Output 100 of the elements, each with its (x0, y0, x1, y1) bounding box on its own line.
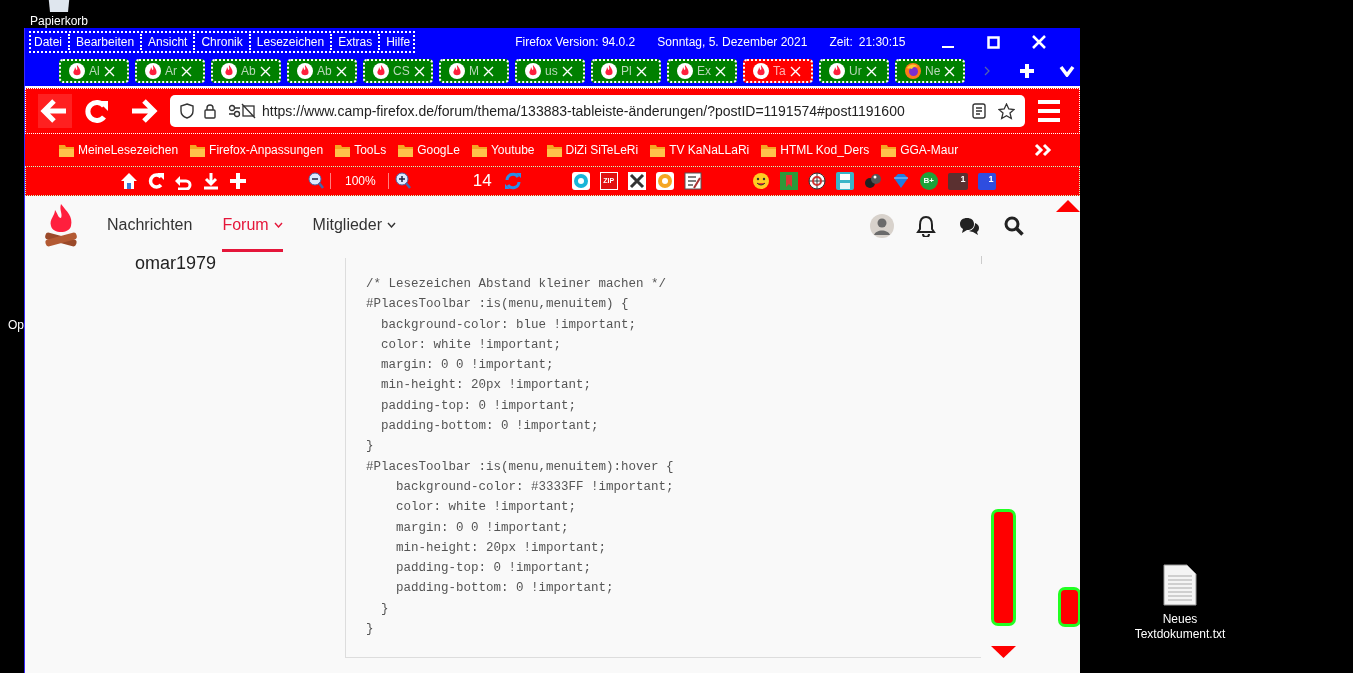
close-tab-icon[interactable] (413, 65, 425, 77)
double-chevron-icon[interactable] (1034, 143, 1052, 157)
scrollbar-thumb[interactable] (1058, 587, 1080, 627)
menu-item[interactable]: Ansicht (146, 33, 190, 51)
floppy-icon[interactable] (835, 172, 854, 190)
scroll-up-arrow[interactable] (1056, 200, 1080, 212)
flame-icon (449, 63, 465, 79)
nav-link[interactable]: Nachrichten (107, 200, 193, 252)
zoom-out-icon[interactable] (308, 172, 324, 190)
menu-item[interactable]: Lesezeichen (254, 33, 327, 51)
browser-tab[interactable]: Ab (211, 59, 281, 83)
flame-icon (145, 63, 161, 79)
close-tab-icon[interactable] (865, 65, 877, 77)
notification-icon[interactable]: 1 (947, 172, 968, 190)
message-icon[interactable]: 1 (977, 172, 996, 190)
url-text: https://www.camp-firefox.de/forum/thema/133883-tableiste-änderungen/?postID=1191574#post1191600 (262, 101, 905, 121)
plus-icon[interactable] (1019, 63, 1035, 79)
scrollbar-thumb[interactable] (991, 509, 1016, 626)
chat-icon[interactable] (958, 217, 980, 235)
code-text: /* Lesezeichen Abstand kleiner machen */ #PlacesToolbar :is(menu,menuitem) { background-color: blue !important; color: white !important; margin: 0 0 !important; min-height: 20px !important; padding-top: 0 !important; padding-bottom: 0 !important; } #PlacesToolbar :is(menu,menuitem):hover { background-color: #3333FF !important; color: white !important; margin: 0 0 !important; min-height: 20px !important; padding-top: 0 !important; padding-bottom: 0 !important; } } (365, 276, 675, 639)
flame-icon (601, 63, 617, 79)
bookmark-folder[interactable]: MeineLesezeichen (59, 141, 179, 159)
bookmark-folder[interactable]: GoogLe (398, 141, 460, 159)
avatar[interactable] (870, 214, 894, 238)
close-tab-icon[interactable] (335, 65, 347, 77)
author-name: omar1979 (135, 253, 217, 273)
browser-tab[interactable]: Al (59, 59, 129, 83)
date-label: Sonntag, 5. Dezember 2021 (657, 34, 808, 51)
browser-tab[interactable]: Pl (591, 59, 661, 83)
grade-badge[interactable]: B+ (919, 172, 938, 190)
bookmark-folder[interactable]: HTML Kod_Ders (761, 141, 870, 159)
folder-icon (59, 143, 74, 157)
folder-icon (650, 143, 666, 157)
close-tab-icon[interactable] (715, 65, 726, 77)
url-field[interactable]: https://www.camp-firefox.de/forum/thema/133883-tableiste-änderungen/?postID=1191574#post1191600 (170, 95, 1025, 127)
time-value: 21:30:15 (858, 34, 906, 51)
close-icon[interactable] (1032, 35, 1047, 49)
zoom-level[interactable]: 100% (345, 172, 376, 190)
bookmark-folder[interactable]: GGA-Maur (881, 141, 959, 159)
diamond-icon[interactable] (891, 172, 910, 190)
shield-icon[interactable] (180, 103, 194, 119)
lock-icon[interactable] (204, 103, 216, 119)
bookmark-folder[interactable]: TooLs (335, 141, 387, 159)
browser-tab[interactable]: Ar (135, 59, 205, 83)
bookmark-folder[interactable]: Firefox-Anpassungen (190, 141, 324, 159)
counter-label: 14 (472, 170, 492, 193)
browser-tab[interactable]: us (515, 59, 585, 83)
browser-tab[interactable]: Ur (819, 59, 889, 83)
search-icon[interactable] (1004, 216, 1024, 236)
close-tab-icon[interactable] (635, 65, 647, 77)
browser-tab[interactable]: Ne (895, 59, 965, 83)
reload-icon[interactable] (148, 172, 164, 190)
flame-icon (677, 63, 693, 79)
menu-item[interactable]: Chronik (199, 33, 245, 51)
reader-view-icon[interactable] (972, 103, 986, 119)
menu-item[interactable]: Bearbeiten (74, 33, 137, 51)
browser-tab[interactable]: CS (363, 59, 433, 83)
plus-icon[interactable] (230, 172, 246, 190)
home-icon[interactable] (120, 172, 138, 190)
close-tab-icon[interactable] (103, 65, 115, 77)
browser-tab[interactable]: Ta (743, 59, 813, 83)
close-tab-icon[interactable] (181, 65, 192, 77)
menu-item[interactable]: Datei (32, 33, 64, 51)
chevron-down-icon[interactable] (1059, 65, 1075, 77)
lifebuoy-icon[interactable] (571, 172, 590, 190)
maximize-icon[interactable] (987, 35, 1001, 49)
desktop-icon-label[interactable]: Neues Textdokument.txt (1128, 612, 1232, 642)
document-icon[interactable] (683, 172, 702, 190)
browser-tab[interactable]: M (439, 59, 509, 83)
menu-icon[interactable] (1037, 99, 1061, 123)
menu-item[interactable]: Extras (336, 33, 375, 51)
browser-tab[interactable]: Ex (667, 59, 737, 83)
desktop-icon-label[interactable]: Papierkorb (30, 14, 89, 28)
close-tab-icon[interactable] (483, 65, 494, 77)
reload-icon[interactable] (84, 98, 110, 124)
nav-link[interactable]: Forum (222, 200, 283, 252)
download-icon[interactable] (202, 172, 220, 190)
bookmark-folder[interactable]: Youtube (471, 141, 535, 159)
bookmark-folder[interactable]: DiZi SiTeLeRi (546, 141, 639, 159)
scroll-down-arrow[interactable] (991, 646, 1016, 658)
gear-icon[interactable] (655, 172, 674, 190)
folder-icon (546, 143, 562, 157)
desktop-icon-label[interactable]: Op (8, 316, 24, 334)
close-tab-icon[interactable] (789, 65, 801, 77)
text-file-icon[interactable] (1163, 564, 1197, 606)
star-icon[interactable] (998, 102, 1015, 120)
bell-icon[interactable] (916, 215, 936, 237)
target-icon[interactable] (807, 172, 826, 190)
balls-icon[interactable] (863, 172, 882, 190)
close-tab-icon[interactable] (944, 65, 956, 77)
zoom-in-icon[interactable] (394, 172, 411, 190)
close-tab-icon[interactable] (259, 65, 271, 77)
bookmark-folder[interactable]: TV KaNaLLaRi (650, 141, 750, 159)
nav-link[interactable]: Mitglieder (312, 200, 396, 252)
close-tab-icon[interactable] (561, 65, 573, 77)
permissions-icon[interactable] (228, 103, 256, 119)
flame-icon (753, 63, 769, 79)
smiley-icon[interactable] (751, 172, 770, 190)
menu-item[interactable]: Hilfe (384, 33, 413, 51)
browser-tab[interactable]: Ab (287, 59, 357, 83)
